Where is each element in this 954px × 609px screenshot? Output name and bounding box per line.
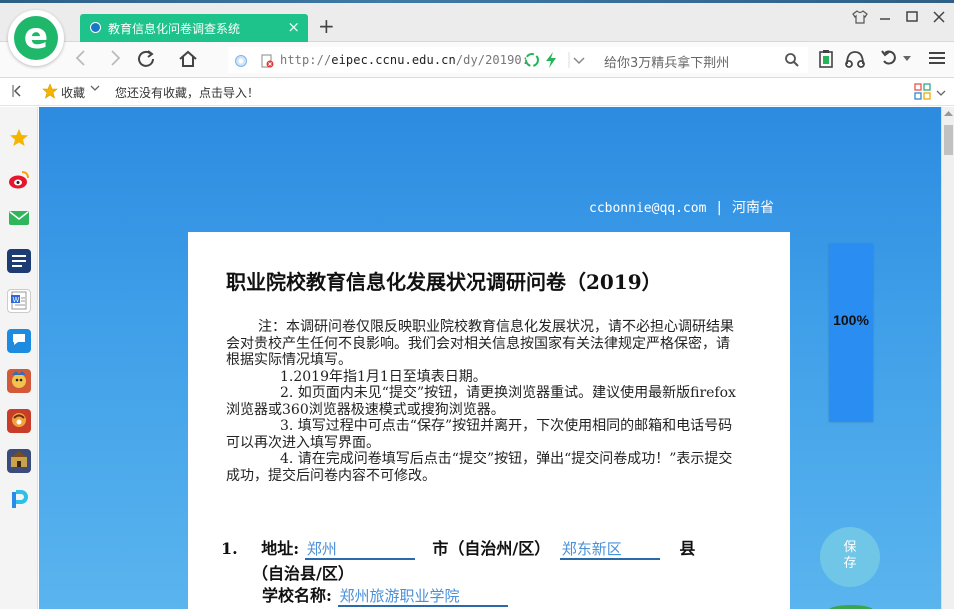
school-name-label: 学校名称: <box>262 586 332 605</box>
user-info-separator: | <box>716 200 722 216</box>
instructions: 注：本调研问卷仅限反映职业院校教育信息化发展状况，请不必担心调研结果会对贵校产生… <box>226 319 742 484</box>
p-app-icon[interactable] <box>7 489 31 513</box>
save-button[interactable]: 保存 <box>820 527 880 587</box>
skin-icon[interactable] <box>852 10 868 28</box>
county-label: 县 <box>679 539 696 558</box>
progress-bar: 100% <box>829 244 873 422</box>
question-1-row: 1. 地址: 郑州 市（自治州/区） 郑东新区 县 <box>221 535 695 560</box>
maximize-icon[interactable] <box>905 10 919 28</box>
close-window-icon[interactable] <box>932 10 946 28</box>
scrollbar-thumb[interactable] <box>944 125 953 155</box>
progress-percent: 100% <box>833 312 869 328</box>
import-favorites-link[interactable]: 您还没有收藏，点击导入！ <box>115 84 259 101</box>
weibo-icon[interactable] <box>7 169 31 193</box>
headset-icon[interactable] <box>844 49 866 74</box>
game-icon-2[interactable] <box>7 409 31 433</box>
county-input[interactable]: 郑东新区 <box>559 538 660 560</box>
page-title: 职业院校教育信息化发展状况调研问卷（2019） <box>226 270 662 294</box>
chevron-down-icon[interactable] <box>568 50 588 74</box>
url-text[interactable]: http://eipec.ccnu.edu.cn/dy/20190: <box>280 53 529 67</box>
insecure-page-icon[interactable] <box>260 53 274 72</box>
navigation-bar: http://eipec.ccnu.edu.cn/dy/20190: 给你3万精… <box>0 42 954 78</box>
instruction-intro: 注：本调研问卷仅限反映职业院校教育信息化发展状况，请不必担心调研结果会对贵校产生… <box>226 319 734 368</box>
svg-text:W: W <box>13 296 20 304</box>
favorites-bar: 收藏 您还没有收藏，点击导入！ <box>0 78 954 106</box>
page-viewport: ccbonnie@qq.com | 河南省 职业院校教育信息化发展状况调研问卷（… <box>39 107 941 609</box>
game-icon-3[interactable] <box>7 449 31 473</box>
tab-active[interactable]: 教育信息化问卷调查系统 × <box>80 14 308 42</box>
instruction-item: 2. 如页面内未见“提交”按钮，请更换浏览器重试。建议使用最新版firefox浏… <box>226 385 736 418</box>
site-info-icon[interactable] <box>234 53 248 72</box>
browser-sidebar: W <box>0 107 38 609</box>
apps-chevron-down-icon[interactable] <box>936 86 946 100</box>
county-suffix-row: （自治县/区） <box>252 560 354 584</box>
forward-icon[interactable] <box>108 49 122 72</box>
clipboard-icon[interactable] <box>818 49 834 74</box>
favorites-chevron-down-icon[interactable] <box>90 84 100 95</box>
favorites-star-icon[interactable] <box>42 83 58 102</box>
instruction-item: 4. 请在完成问卷填写后点击“提交”按钮，弹出“提交问卷成功！”表示提交成功，提… <box>226 451 733 484</box>
questionnaire-card: 职业院校教育信息化发展状况调研问卷（2019） 注：本调研问卷仅限反映职业院校教… <box>188 232 790 609</box>
instruction-item: 1.2019年指1月1日至填表日期。 <box>280 368 487 385</box>
user-province: 河南省 <box>732 200 775 216</box>
mail-icon[interactable] <box>7 209 31 233</box>
new-tab-button[interactable]: + <box>318 14 335 38</box>
instruction-item: 3. 填写过程中可点击“保存”按钮并离开，下次使用相同的邮箱和电话号码可以再次进… <box>226 418 733 451</box>
browser-logo[interactable]: e <box>8 10 64 66</box>
tab-bar: 教育信息化问卷调查系统 × + <box>0 0 954 42</box>
recycle-icon[interactable] <box>524 52 540 72</box>
scroll-up-icon[interactable] <box>944 109 953 119</box>
sidebar-toggle-icon[interactable] <box>12 84 24 101</box>
school-name-input[interactable]: 郑州旅游职业学院 <box>337 585 508 607</box>
game-icon-1[interactable] <box>7 369 31 393</box>
undo-menu-icon[interactable] <box>903 54 911 65</box>
city-input[interactable]: 郑州 <box>304 538 415 560</box>
news-app-icon[interactable] <box>7 249 31 273</box>
globe-icon <box>90 22 101 33</box>
favorites-button[interactable]: 收藏 <box>61 84 85 101</box>
refresh-icon[interactable] <box>136 49 156 74</box>
home-icon[interactable] <box>178 49 198 74</box>
user-email: ccbonnie@qq.com <box>589 201 707 216</box>
word-document-icon[interactable]: W <box>7 289 31 313</box>
search-input[interactable]: 给你3万精兵拿下荆州 <box>604 52 729 71</box>
chat-icon[interactable] <box>7 329 31 353</box>
tab-close-icon[interactable]: × <box>287 18 300 36</box>
city-label: 市（自治州/区） <box>432 539 551 558</box>
school-row: 学校名称: 郑州旅游职业学院 <box>262 582 508 607</box>
tab-bar-accent <box>0 0 954 3</box>
next-floating-button[interactable] <box>829 605 873 609</box>
scrollbar[interactable] <box>941 107 954 609</box>
tab-title: 教育信息化问卷调查系统 <box>108 22 241 36</box>
speed-mode-icon[interactable] <box>544 51 558 73</box>
save-button-label: 保存 <box>843 540 857 571</box>
undo-icon[interactable] <box>880 49 898 72</box>
question-number: 1. <box>221 539 238 558</box>
apps-grid-icon[interactable] <box>914 83 932 104</box>
back-icon[interactable] <box>74 49 88 72</box>
menu-icon[interactable] <box>928 49 946 72</box>
address-bar[interactable]: http://eipec.ccnu.edu.cn/dy/20190: 给你3万精… <box>228 47 808 73</box>
logo-e-icon: e <box>23 16 49 57</box>
sidebar-star-icon[interactable] <box>7 127 31 151</box>
address-label: 地址: <box>261 539 300 558</box>
user-info: ccbonnie@qq.com | 河南省 <box>589 197 774 217</box>
search-icon[interactable] <box>784 52 800 72</box>
county-suffix-label: （自治县/区） <box>252 564 354 583</box>
minimize-icon[interactable] <box>878 10 892 28</box>
